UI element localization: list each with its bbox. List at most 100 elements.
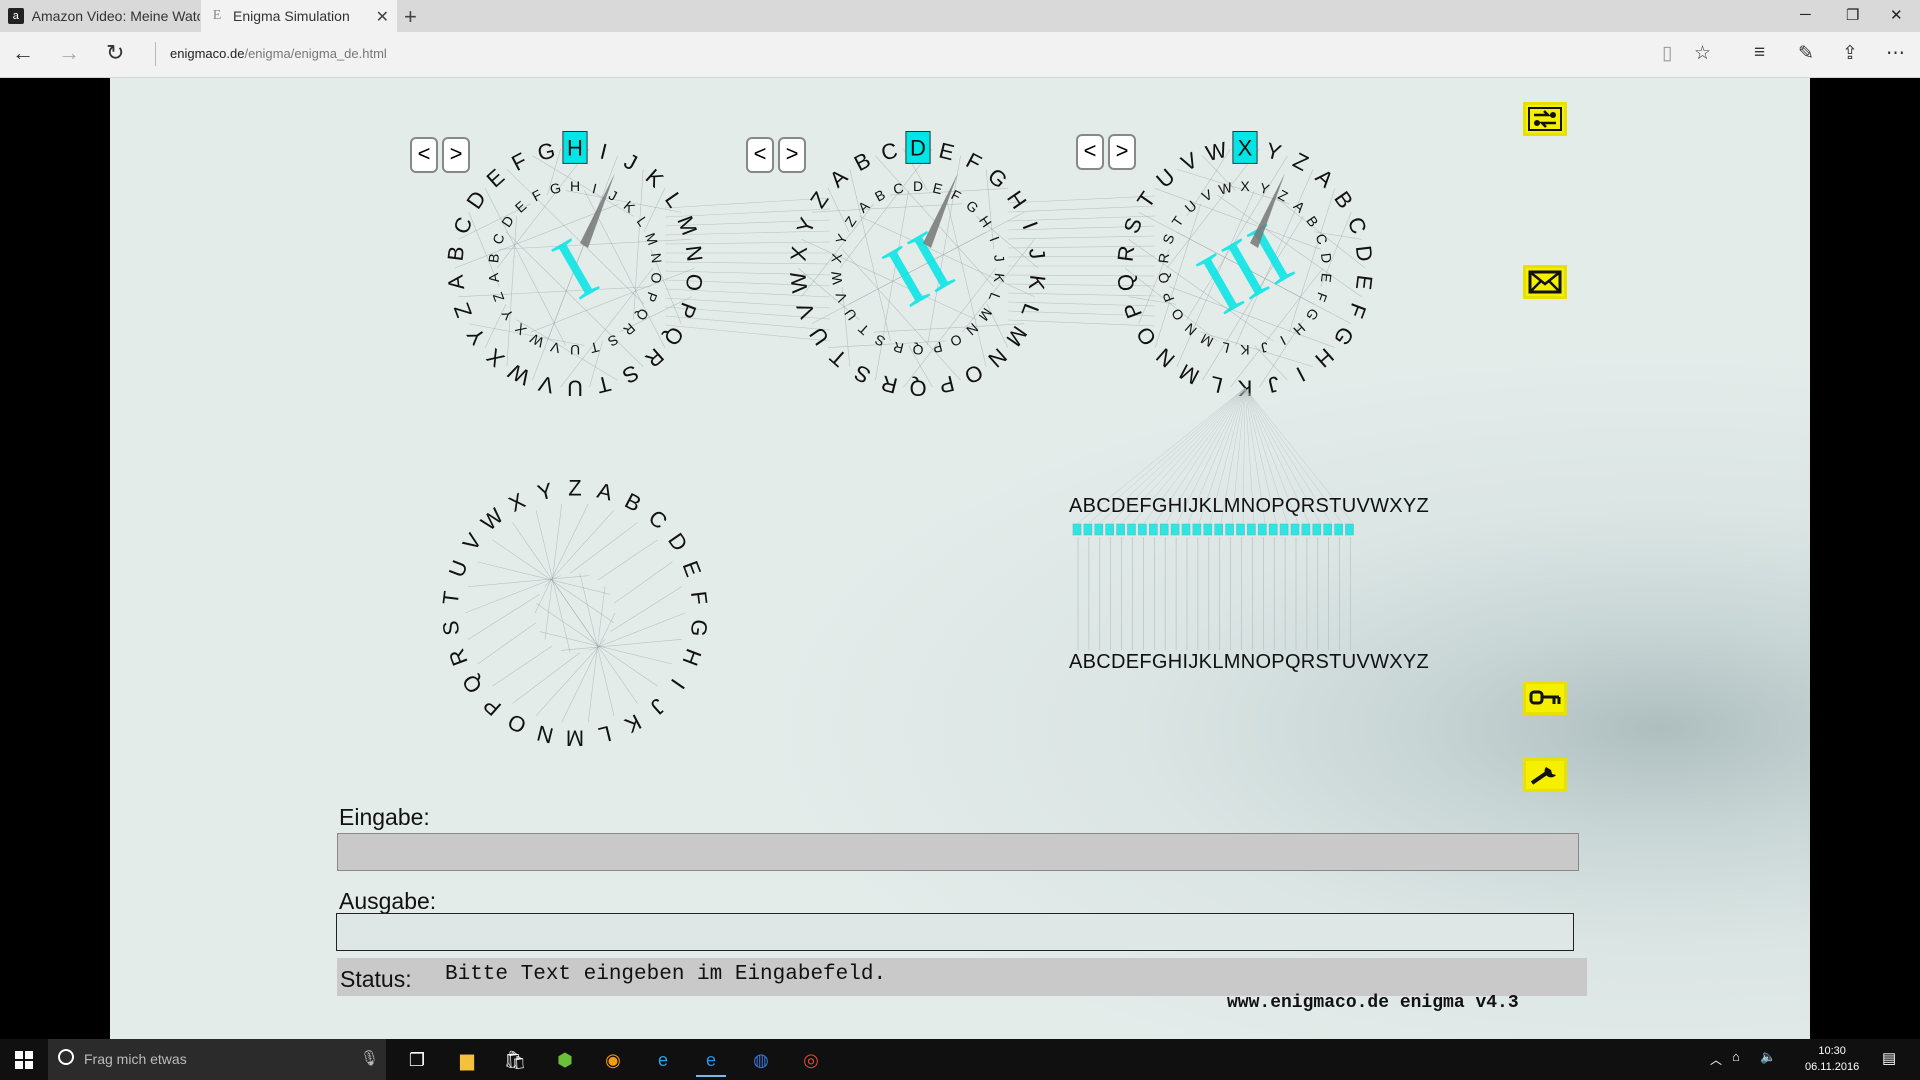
notifications-icon[interactable]: ▤ [1882, 1049, 1896, 1067]
url-domain: enigmaco.de [170, 46, 245, 61]
rotor-right-inner-letter: C [1312, 231, 1331, 246]
file-explorer-icon[interactable]: ▆ [452, 1045, 482, 1075]
start-button[interactable] [0, 1039, 48, 1080]
tab-label: Enigma Simulation [233, 8, 350, 24]
rotor-middle-next-button[interactable]: > [778, 137, 806, 173]
rotor-right-inner-letter: O [1168, 305, 1187, 323]
rotor-wire [589, 612, 686, 651]
volume-icon[interactable]: 🔈 [1760, 1049, 1776, 1065]
settings-button[interactable] [1523, 758, 1567, 792]
rotor-middle-prev-button[interactable]: < [746, 137, 774, 173]
rotor-middle-inner-letter: S [872, 331, 888, 350]
rotor-right-outer-letter: W [1203, 137, 1229, 166]
favorite-star-icon[interactable]: ☆ [1694, 42, 1711, 65]
rotor-right-outer-letter: Y [1264, 138, 1285, 166]
address-field[interactable]: enigmaco.de/enigma/enigma_de.html [170, 46, 387, 61]
network-icon[interactable]: ⌂ [1732, 1049, 1740, 1064]
rotor-right-inner-letter: T [1168, 213, 1186, 229]
rotor-wire [539, 631, 673, 665]
rotor-right-inner-letter: S [1159, 232, 1177, 246]
browser-tab-bar: a Amazon Video: Meine Watc E Enigma Simu… [0, 0, 1920, 32]
restore-icon[interactable]: ❐ [1846, 6, 1859, 24]
rotor-middle-inner-letter: O [947, 331, 964, 350]
rotor-connection-wire [1007, 319, 1156, 327]
reflector-letter: X [505, 488, 530, 517]
rotor-right-prev-button[interactable]: < [1076, 134, 1104, 170]
app-shield-icon[interactable]: ⬢ [550, 1045, 580, 1075]
key-button[interactable] [1523, 681, 1567, 715]
reflector-letter: O [504, 709, 531, 739]
output-label: Ausgabe: [339, 888, 437, 914]
rotor-middle-outer-letter: P [937, 371, 957, 399]
plugboard-lamp [1290, 523, 1300, 536]
more-icon[interactable]: ⋯ [1886, 42, 1905, 65]
chrome-icon[interactable]: ◎ [796, 1045, 826, 1075]
tab-amazon-video[interactable]: a Amazon Video: Meine Watc [0, 0, 200, 32]
input-field[interactable] [337, 833, 1579, 871]
close-tab-icon[interactable]: ✕ [376, 7, 389, 27]
footer-credit: www.enigmaco.de enigma v4.3 [1227, 993, 1519, 1013]
rotor-middle-outer-letter: Y [792, 214, 821, 237]
rotor-middle-outer-letter: C [879, 137, 901, 165]
edge-icon[interactable]: e [696, 1045, 726, 1077]
plugboard-lamp [1225, 523, 1234, 536]
rotor-left-prev-button[interactable]: < [410, 137, 438, 173]
internet-explorer-icon[interactable]: e [648, 1045, 678, 1075]
rotor-left-inner-letter: L [634, 214, 652, 230]
task-view-icon[interactable]: ❐ [402, 1045, 432, 1075]
store-icon[interactable]: 🛍 [500, 1045, 530, 1075]
plugboard-top-alphabet: ABCDEFGHIJKLMNOPQRSTUVWXYZ [1069, 495, 1430, 517]
rotor-right-inner-letter: I [1278, 333, 1289, 349]
message-button[interactable] [1523, 265, 1567, 299]
rotor-right-outer-letter: G [1329, 322, 1359, 350]
rotor-left-inner-letter: M [642, 231, 661, 248]
rotor-right-outer-letter: S [1119, 214, 1148, 237]
rotor-middle-outer-letter: K [1024, 274, 1051, 292]
rotor-right-inner-letter: G [1303, 306, 1322, 324]
rotor-middle-inner-letter: Z [841, 213, 859, 229]
microphone-icon[interactable]: 🎙 [360, 1049, 379, 1067]
reflector-letter: J [645, 694, 670, 720]
refresh-icon[interactable]: ↻ [106, 40, 124, 66]
rotor-wire [643, 188, 666, 232]
url-path: /enigma/enigma_de.html [244, 46, 387, 61]
rotor-left-outer-letter: U [567, 376, 583, 401]
rotor-left-inner-letter: D [498, 213, 517, 230]
forward-icon[interactable]: → [58, 40, 80, 66]
rotor-left-next-button[interactable]: > [442, 137, 470, 173]
rotor-wire [552, 579, 638, 704]
rotor-wire [873, 323, 1025, 333]
share-icon[interactable]: ⇪ [1842, 42, 1858, 65]
output-field[interactable] [336, 913, 1574, 951]
reading-view-icon[interactable]: ▯ [1662, 42, 1672, 65]
app-fish-icon[interactable]: ◉ [598, 1045, 628, 1075]
rotor-right-inner-letter: Q [1155, 271, 1172, 284]
tab-enigma-simulation[interactable]: E Enigma Simulation ✕ [201, 0, 397, 32]
new-tab-button[interactable]: + [404, 4, 417, 30]
minimize-icon[interactable]: ─ [1800, 6, 1811, 23]
rotor-right-inner-letter: E [1318, 272, 1335, 283]
plugboard-lamp [1258, 523, 1267, 536]
rotor-left-inner-letter: E [512, 198, 530, 216]
plugboard-lamp [1236, 523, 1245, 536]
rotor-left-outer-letter: Z [449, 300, 477, 321]
show-hidden-icons[interactable]: ︿ [1710, 1051, 1722, 1068]
web-note-icon[interactable]: ✎ [1798, 42, 1814, 65]
globe-app-icon[interactable]: ◍ [746, 1045, 776, 1075]
window-close-icon[interactable]: ✕ [1890, 6, 1903, 24]
rotor-middle-outer-letter: L [1016, 300, 1044, 320]
swap-button[interactable] [1523, 102, 1567, 136]
reflector-letter: N [534, 720, 555, 748]
rotor-left-inner-letter: P [643, 290, 661, 304]
hub-icon[interactable]: ≡ [1754, 42, 1765, 64]
rotor-middle-outer-letter: X [786, 244, 813, 262]
reflector-letter: T [438, 590, 464, 606]
rotor-middle-inner-letter: A [855, 197, 873, 216]
rotor-right-next-button[interactable]: > [1108, 134, 1136, 170]
cortana-search-box[interactable]: Frag mich etwas 🎙 [48, 1039, 386, 1080]
search-placeholder: Frag mich etwas [84, 1051, 187, 1067]
rotor-middle-outer-letter: Q [909, 376, 926, 401]
back-icon[interactable]: ← [12, 40, 34, 66]
rotor-left-outer-letter: G [535, 137, 558, 165]
clock[interactable]: 10:30 06.11.2016 [1805, 1043, 1859, 1075]
